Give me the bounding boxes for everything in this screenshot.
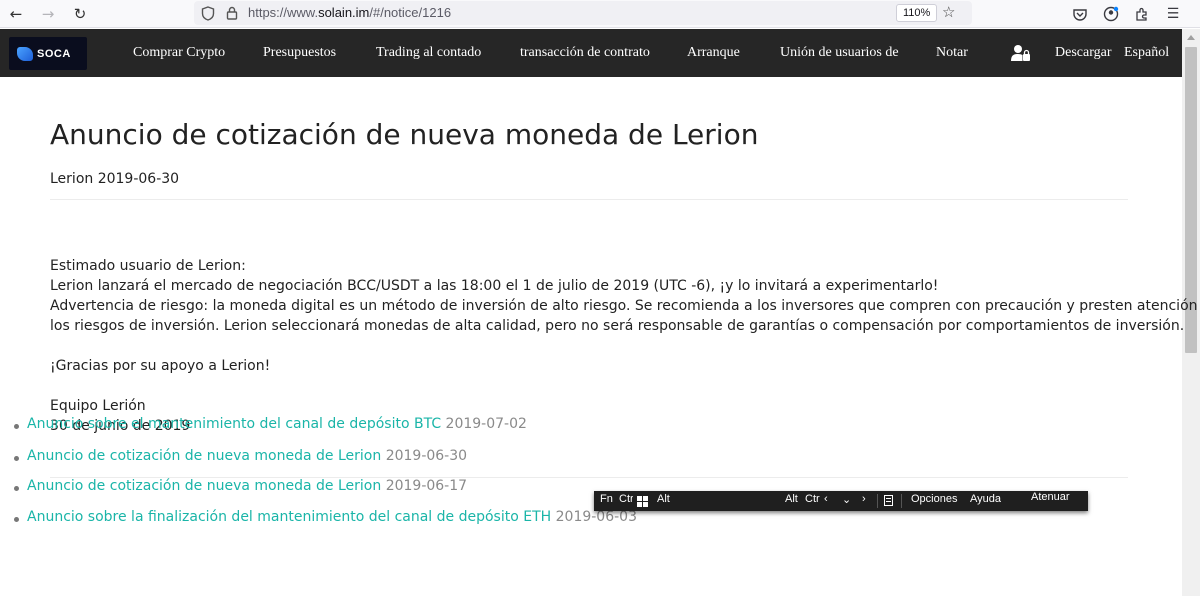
on-screen-keyboard-toolbar: Fn Ctrl Alt Alt Ctr ‹ ⌄ › Opciones Ayuda… xyxy=(594,491,1088,511)
related-notice-title[interactable]: Anuncio sobre el mantenimiento del canal… xyxy=(27,416,441,432)
osk-down-arrow-icon[interactable]: ⌄ xyxy=(842,493,851,506)
related-notice-date: 2019-06-03 xyxy=(555,509,637,525)
reload-icon[interactable]: ↻ xyxy=(70,4,90,24)
scroll-up-arrow-icon[interactable] xyxy=(1187,35,1195,40)
language-selector[interactable]: Español xyxy=(1124,45,1169,61)
lock-icon[interactable] xyxy=(224,5,240,21)
bookmark-star-icon[interactable]: ☆ xyxy=(942,3,955,21)
osk-ctrl-key[interactable]: Ctrl xyxy=(619,493,633,505)
extensions-icon[interactable] xyxy=(1132,4,1152,24)
osk-fn-key[interactable]: Fn xyxy=(600,493,613,505)
bullet-icon xyxy=(14,517,19,522)
related-notice-date: 2019-07-02 xyxy=(445,416,527,432)
related-notice-title[interactable]: Anuncio de cotización de nueva moneda de… xyxy=(27,448,381,464)
related-notice-title[interactable]: Anuncio de cotización de nueva moneda de… xyxy=(27,478,381,494)
notice-greeting: Estimado usuario de Lerion: xyxy=(50,258,246,274)
nav-presupuestos[interactable]: Presupuestos xyxy=(263,45,336,61)
url-scheme: https://www. xyxy=(248,5,319,20)
nav-trading-contado[interactable]: Trading al contado xyxy=(376,45,481,61)
related-notice-date: 2019-06-30 xyxy=(385,448,468,464)
nav-descargar[interactable]: Descargar xyxy=(1055,45,1112,61)
logo-mark-icon xyxy=(17,46,33,61)
url-host: solain.im xyxy=(318,5,370,20)
related-notice-date: 2019-06-17 xyxy=(385,478,468,494)
notice-meta: Lerion 2019-06-30 xyxy=(50,171,180,187)
nav-transaccion-contrato[interactable]: transacción de contrato xyxy=(520,45,650,61)
related-notice-link[interactable]: Anuncio sobre la finalización del manten… xyxy=(27,509,637,525)
osk-left-arrow-icon[interactable]: ‹ xyxy=(824,493,828,505)
notice-risk-warning-1: Advertencia de riesgo: la moneda digital… xyxy=(50,298,1200,314)
address-bar[interactable]: https://www.solain.im/#/notice/1216 110%… xyxy=(194,1,972,25)
shield-icon[interactable] xyxy=(200,5,216,21)
bullet-icon xyxy=(14,424,19,429)
osk-altgr-key[interactable]: Alt xyxy=(785,493,799,505)
osk-right-arrow-icon[interactable]: › xyxy=(862,493,866,505)
notice-paragraph-1: Lerion lanzará el mercado de negociación… xyxy=(50,278,939,294)
notice-risk-warning-2: los riesgos de inversión. Lerion selecci… xyxy=(50,318,1185,334)
osk-options-button[interactable]: Opciones xyxy=(911,493,957,505)
logo-text: SOCA xyxy=(37,47,71,60)
bullet-icon xyxy=(14,456,19,461)
forward-arrow-icon[interactable]: → xyxy=(38,4,58,24)
notice-thanks: ¡Gracias por su apoyo a Lerion! xyxy=(50,358,271,374)
osk-dim-button[interactable]: Atenuar xyxy=(1031,491,1070,503)
zoom-level-badge[interactable]: 110% xyxy=(896,4,938,22)
bullet-icon xyxy=(14,486,19,491)
menu-hamburger-icon[interactable]: ☰ xyxy=(1163,4,1183,24)
osk-keyboard-icon[interactable] xyxy=(884,495,893,509)
related-notice-title[interactable]: Anuncio sobre la finalización del manten… xyxy=(27,509,551,525)
osk-separator xyxy=(901,494,902,508)
nav-notar[interactable]: Notar xyxy=(936,45,968,61)
related-notice-link[interactable]: Anuncio sobre el mantenimiento del canal… xyxy=(27,416,527,432)
user-lock-icon[interactable] xyxy=(1011,44,1031,62)
osk-alt-key[interactable]: Alt xyxy=(657,493,670,505)
osk-separator xyxy=(877,494,878,508)
browser-toolbar: ← → ↻ https://www.solain.im/#/notice/121… xyxy=(0,0,1200,28)
url-text[interactable]: https://www.solain.im/#/notice/1216 xyxy=(248,5,451,20)
notice-signature-team: Equipo Lerión xyxy=(50,398,146,414)
osk-help-button[interactable]: Ayuda xyxy=(970,493,1001,505)
nav-arranque[interactable]: Arranque xyxy=(687,45,740,61)
back-arrow-icon[interactable]: ← xyxy=(6,4,26,24)
nav-comprar-crypto[interactable]: Comprar Crypto xyxy=(133,45,225,61)
site-header: SOCA Comprar Crypto Presupuestos Trading… xyxy=(0,29,1182,77)
related-notice-link[interactable]: Anuncio de cotización de nueva moneda de… xyxy=(27,448,467,464)
pocket-icon[interactable] xyxy=(1070,4,1090,24)
soca-logo[interactable]: SOCA xyxy=(9,37,87,70)
windows-key-icon[interactable] xyxy=(637,496,648,507)
nav-union-usuarios[interactable]: Unión de usuarios de xyxy=(780,45,899,61)
related-notice-link[interactable]: Anuncio de cotización de nueva moneda de… xyxy=(27,478,467,494)
account-icon[interactable] xyxy=(1101,4,1121,24)
osk-ctrl-right-key[interactable]: Ctr xyxy=(805,493,820,505)
notice-title: Anuncio de cotización de nueva moneda de… xyxy=(50,118,759,151)
url-path: /#/notice/1216 xyxy=(369,5,452,20)
header-divider xyxy=(50,199,1128,200)
